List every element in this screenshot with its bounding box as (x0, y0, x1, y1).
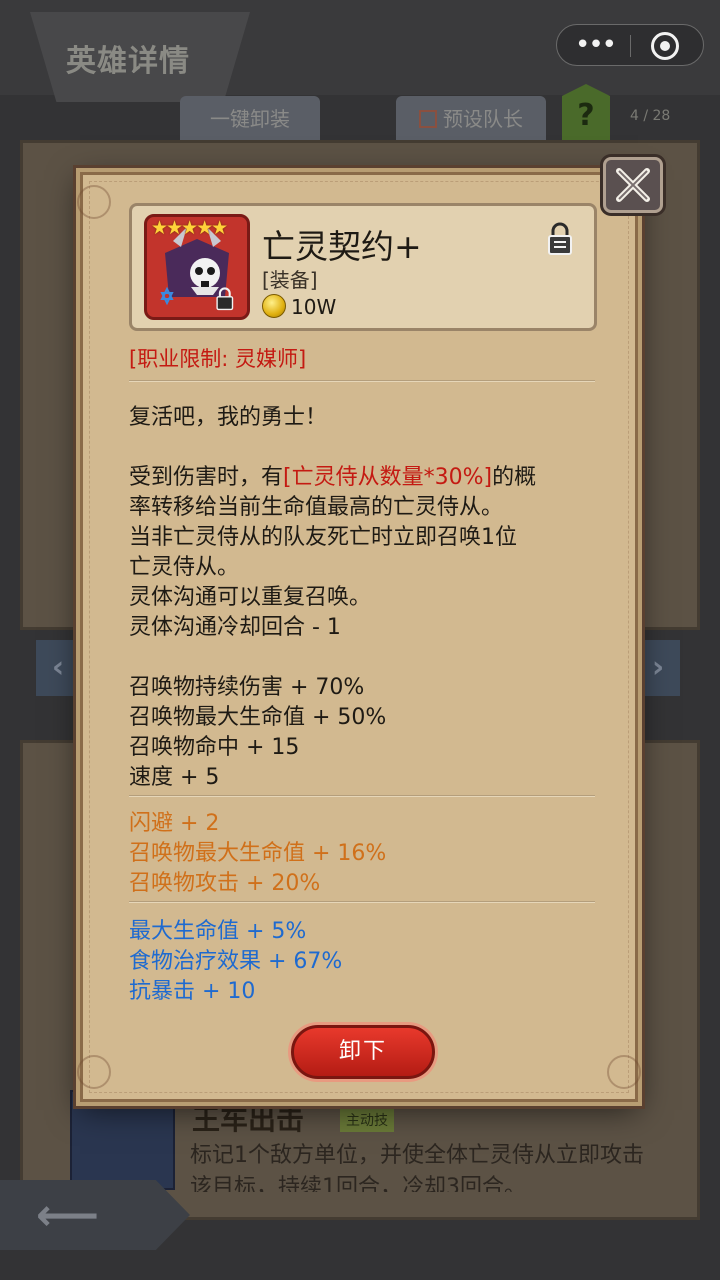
capsule-divider (630, 35, 631, 57)
divider (129, 901, 595, 903)
item-name: 亡灵契约+ (262, 227, 422, 266)
bonus-stat-orange: 召唤物最大生命值 + 16% (129, 841, 387, 866)
prev-hero-arrow-icon[interactable]: ‹ (36, 640, 80, 696)
effect-text: 受到伤害时，有 (129, 465, 284, 490)
bonus-stat-orange: 召唤物攻击 + 20% (129, 871, 321, 896)
close-miniprogram-icon[interactable] (651, 32, 679, 60)
lock-toggle-icon[interactable] (546, 222, 574, 256)
gold-coin-icon (262, 294, 286, 318)
item-header-card: ★★★★★ 亡灵契约+ [装备] 10W (129, 203, 597, 331)
page-title: 英雄详情 (66, 44, 190, 79)
item-icon: ★★★★★ (144, 214, 250, 320)
item-type: [装备] (262, 268, 318, 292)
divider (129, 795, 595, 797)
bonus-stat-blue: 最大生命值 + 5% (129, 919, 307, 944)
flavor-text: 复活吧，我的勇士！ (129, 405, 328, 430)
next-hero-arrow-icon[interactable]: › (636, 640, 680, 696)
base-stat: 速度 + 5 (129, 765, 220, 790)
base-stat: 召唤物持续伤害 + 70% (129, 675, 365, 700)
divider (129, 380, 595, 382)
effect-highlight: [亡灵侍从数量*30%] (283, 465, 493, 490)
checkbox-icon[interactable] (419, 110, 437, 128)
class-restriction: [职业限制: 灵媒师] (129, 347, 307, 371)
close-dialog-button[interactable] (603, 157, 663, 213)
item-detail-dialog: ★★★★★ 亡灵契约+ [装备] 10W [职业限制: 灵媒师] 复活吧，我的勇… (77, 172, 641, 1102)
bonus-stat-orange: 闪避 + 2 (129, 811, 220, 836)
bonus-stat-blue: 抗暴击 + 10 (129, 979, 256, 1004)
effect-line-5: 灵体沟通可以重复召唤。 (129, 585, 372, 610)
rarity-stars: ★★★★★ (151, 217, 228, 239)
lock-icon (216, 287, 234, 311)
base-stat: 召唤物最大生命值 + 50% (129, 705, 387, 730)
preset-leader-toggle[interactable]: 预设队长 (396, 96, 546, 142)
corner-ornament (607, 1055, 641, 1089)
base-stat: 召唤物命中 + 15 (129, 735, 300, 760)
effect-line-2: 率转移给当前生命值最高的亡灵侍从。 (129, 495, 504, 520)
miniprogram-capsule: ••• (556, 24, 704, 66)
effect-line-3: 当非亡灵侍从的队友死亡时立即召唤1位 (129, 525, 517, 550)
unequip-all-button[interactable]: 一键卸装 (180, 96, 320, 142)
crossed-swords-close-icon (616, 168, 650, 202)
effect-line-1: 受到伤害时，有[亡灵侍从数量*30%]的概 (129, 459, 536, 491)
skill-name: 王车出击 (192, 1103, 305, 1136)
help-button[interactable]: ? (562, 84, 610, 144)
back-button[interactable]: ⟵ (0, 1180, 190, 1250)
unequip-button[interactable]: 卸下 (291, 1025, 435, 1079)
hero-count: 4 / 28 (630, 108, 671, 124)
corner-ornament (77, 1055, 111, 1089)
corner-ornament (77, 185, 111, 219)
item-price: 10W (291, 295, 337, 319)
more-icon[interactable]: ••• (575, 28, 617, 62)
preset-leader-label: 预设队长 (443, 107, 523, 131)
back-arrow-icon: ⟵ (36, 1190, 100, 1241)
bonus-stat-blue: 食物治疗效果 + 67% (129, 949, 343, 974)
effect-line-6: 灵体沟通冷却回合 - 1 (129, 615, 341, 640)
skill-icon[interactable] (70, 1090, 175, 1190)
effect-line-4: 亡灵侍从。 (129, 555, 240, 580)
skill-type-badge: 主动技 (340, 1108, 394, 1132)
effect-text: 的概 (492, 465, 537, 490)
skill-description: 标记1个敌方单位，并使全体亡灵侍从立即攻击该目标，持续1回合，冷却3回合。 (190, 1143, 644, 1192)
